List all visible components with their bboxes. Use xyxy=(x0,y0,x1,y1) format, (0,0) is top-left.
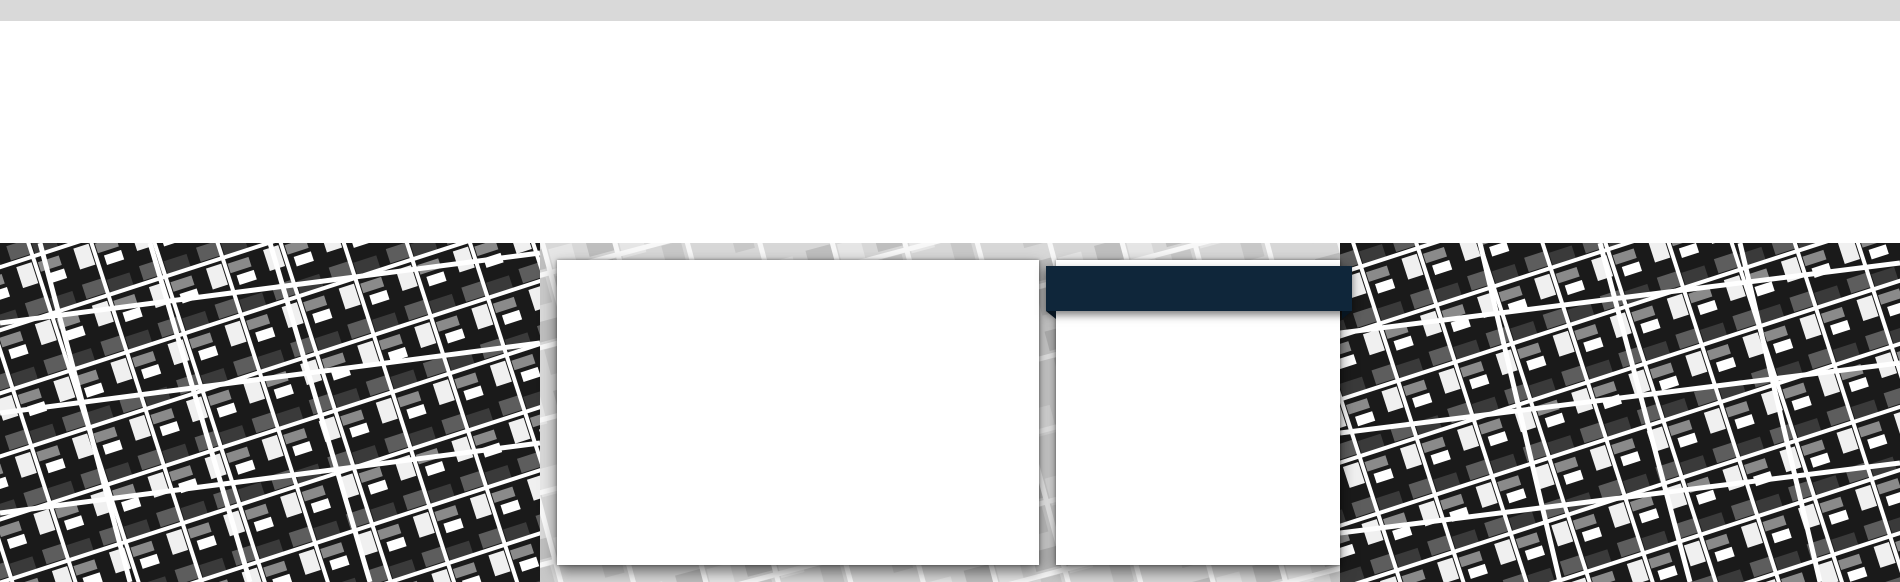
left-content-card xyxy=(557,260,1039,565)
top-browser-bar xyxy=(0,0,1900,21)
header-white-space xyxy=(0,21,1900,243)
right-card-ribbon xyxy=(1046,266,1352,319)
